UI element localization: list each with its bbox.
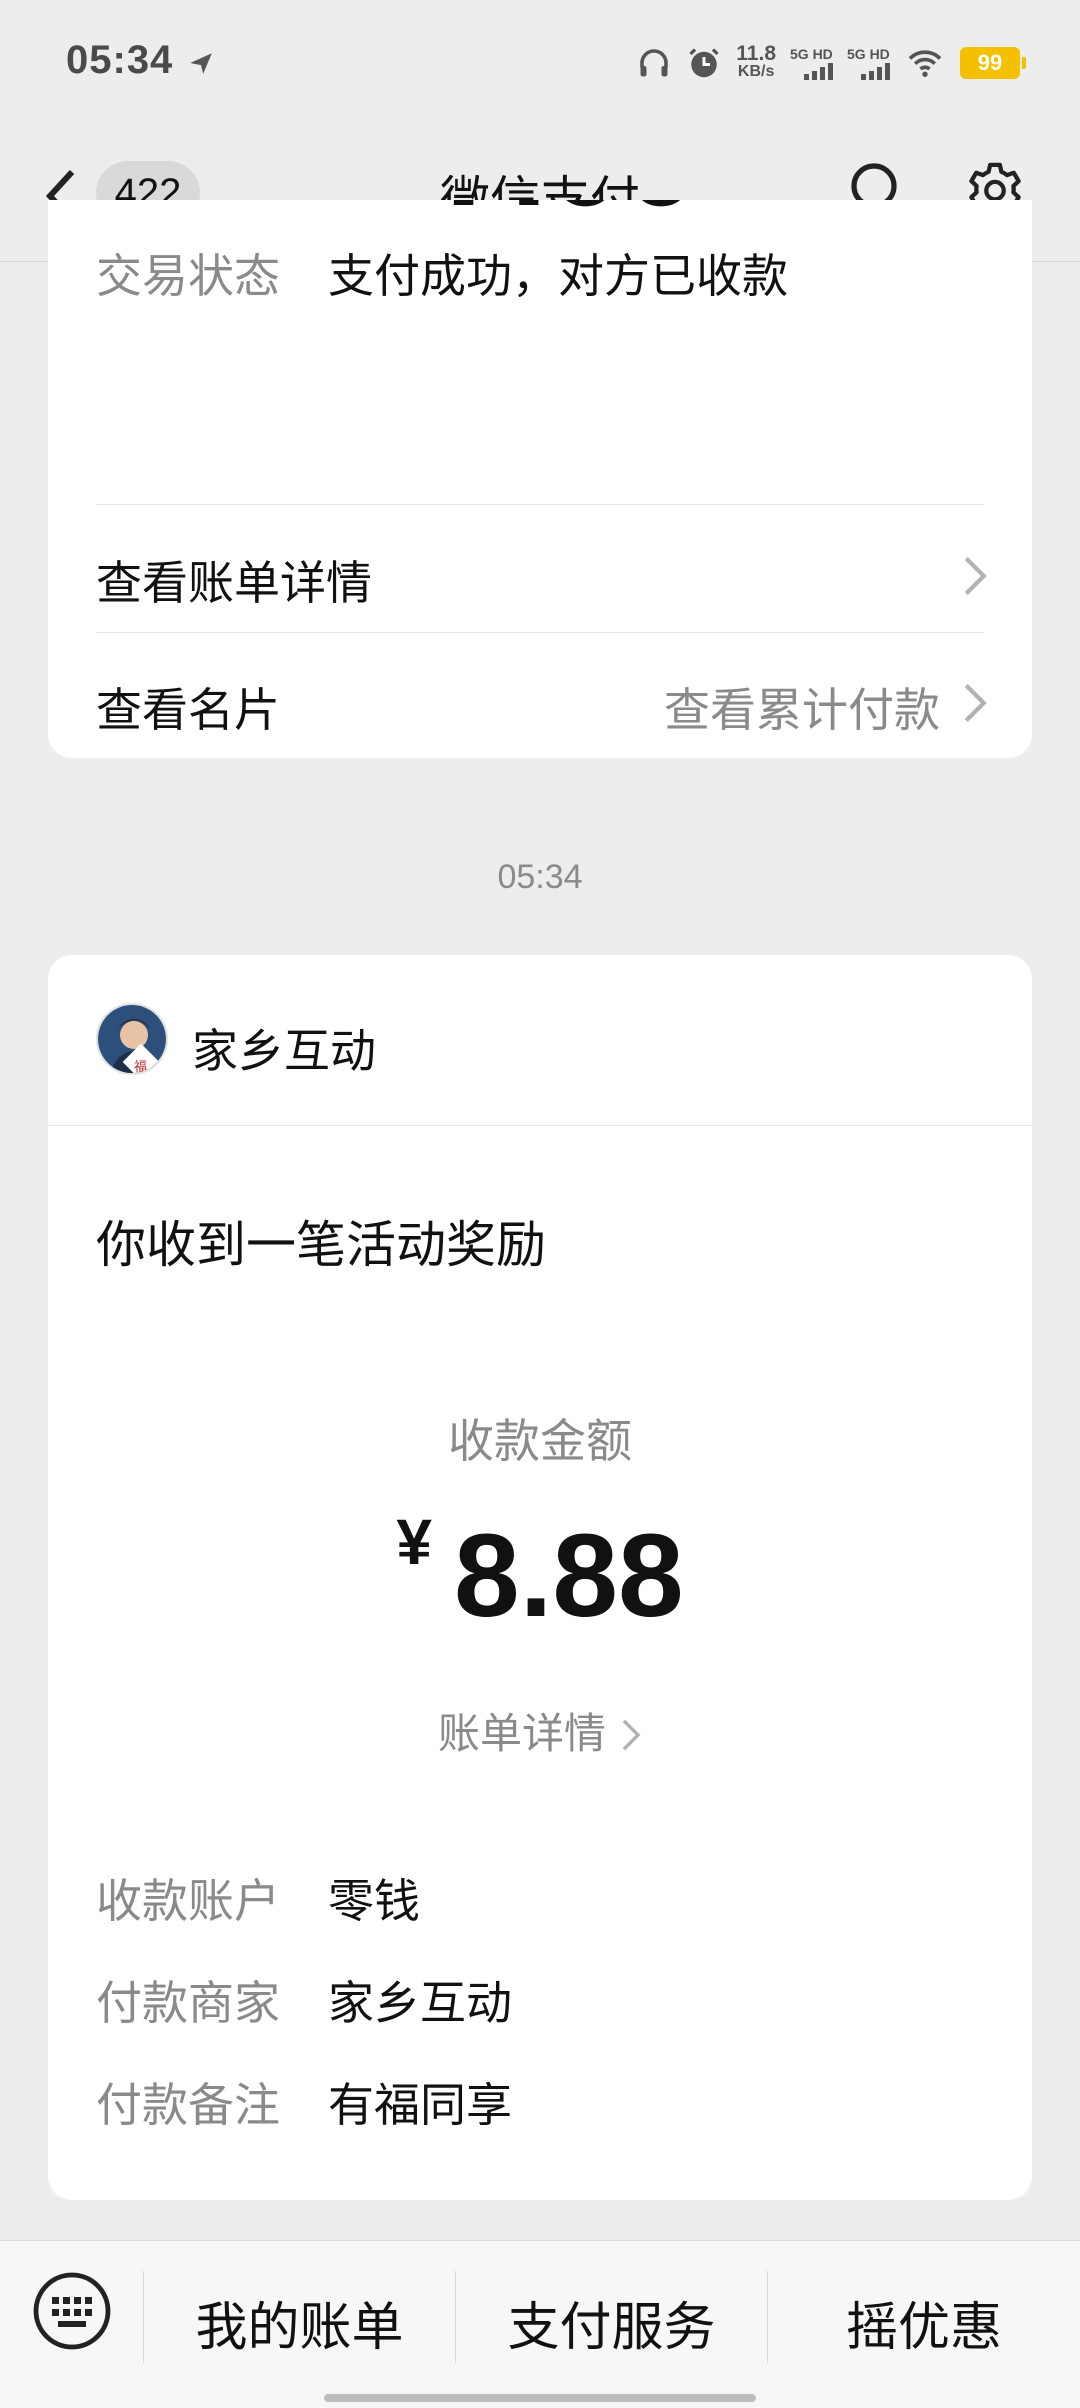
detail-label: 付款商家 <box>96 1976 280 2030</box>
status-icons: 11.8 KB/s 5G HD 5G HD 99 <box>636 38 1026 88</box>
status-bar: 05:34 11.8 KB/s 5G HD 5G HD 99 <box>0 0 1080 130</box>
signal-bars-icon <box>804 62 833 80</box>
network-speed-unit: KB/s <box>737 63 775 80</box>
bill-detail-link[interactable]: 账单详情 <box>48 1700 1032 1761</box>
merchant-name[interactable]: 家乡互动 <box>192 1015 376 1081</box>
amount-label: 收款金额 <box>448 1414 632 1468</box>
network-speed: 11.8 KB/s <box>736 42 776 81</box>
home-indicator[interactable] <box>324 2394 756 2402</box>
previous-transaction-card: ¥7.00 交易状态 支付成功，对方已收款 查看账单详情 查看名片 查看累计付款 <box>48 200 1032 758</box>
location-arrow-icon <box>190 53 212 74</box>
receipt-title: 你收到一笔活动奖励 <box>96 1216 546 1274</box>
alarm-icon <box>689 48 719 78</box>
menu-item-my-bills[interactable]: 我的账单 <box>144 2285 455 2358</box>
view-card-label: 查看名片 <box>96 683 280 737</box>
row-divider <box>96 504 984 505</box>
chevron-right-icon <box>622 1719 641 1751</box>
sim1-signal: 5G HD <box>790 46 833 80</box>
network-speed-value: 11.8 <box>736 42 776 65</box>
previous-amount: ¥7.00 <box>48 200 1032 236</box>
wifi-icon <box>908 50 942 77</box>
detail-label: 付款备注 <box>96 2078 280 2132</box>
signal-bars-icon <box>861 62 890 80</box>
amount-value: 8.88 <box>453 1510 684 1642</box>
merchant-avatar[interactable]: 福 <box>96 1003 168 1075</box>
detail-value: 零钱 <box>328 1874 420 1928</box>
view-total-payments-label: 查看累计付款 <box>664 683 940 737</box>
status-label: 交易状态 <box>96 249 280 303</box>
status-value: 支付成功，对方已收款 <box>328 249 788 303</box>
sim2-label: 5G HD <box>847 46 890 62</box>
menu-item-payment-services[interactable]: 支付服务 <box>456 2285 767 2358</box>
detail-label: 收款账户 <box>96 1874 280 1928</box>
sim2-signal: 5G HD <box>847 46 890 80</box>
row-divider <box>96 632 984 633</box>
sim1-label: 5G HD <box>790 46 833 62</box>
battery-indicator: 99 <box>960 47 1026 79</box>
detail-value: 有福同享 <box>328 2078 512 2132</box>
amount-value: 7.00 <box>434 200 699 234</box>
svg-text:福: 福 <box>134 1060 147 1075</box>
chevron-right-icon <box>964 557 987 595</box>
view-bill-detail-row[interactable]: 查看账单详情 <box>48 509 1032 633</box>
message-timestamp: 05:34 <box>497 858 583 896</box>
received-amount: ¥8.88 <box>48 1505 1032 1644</box>
bill-detail-label: 账单详情 <box>437 1709 606 1758</box>
view-card-row[interactable]: 查看名片 查看累计付款 <box>48 636 1032 758</box>
detail-value: 家乡互动 <box>328 1976 512 2030</box>
reward-receipt-card[interactable]: 福 家乡互动 你收到一笔活动奖励 收款金额 ¥8.88 账单详情 收款账户 零钱… <box>48 955 1032 2200</box>
chevron-right-icon <box>964 684 987 722</box>
keyboard-icon[interactable] <box>32 2271 112 2351</box>
bottom-menu-bar: 我的账单 支付服务 摇优惠 <box>0 2240 1080 2408</box>
card-header-divider <box>48 1125 1032 1126</box>
status-time: 05:34 <box>66 38 174 82</box>
view-bill-detail-label: 查看账单详情 <box>96 556 372 610</box>
headphones-icon <box>640 49 669 77</box>
currency-symbol: ¥ <box>396 1506 432 1578</box>
menu-item-shake-deals[interactable]: 摇优惠 <box>768 2285 1080 2358</box>
